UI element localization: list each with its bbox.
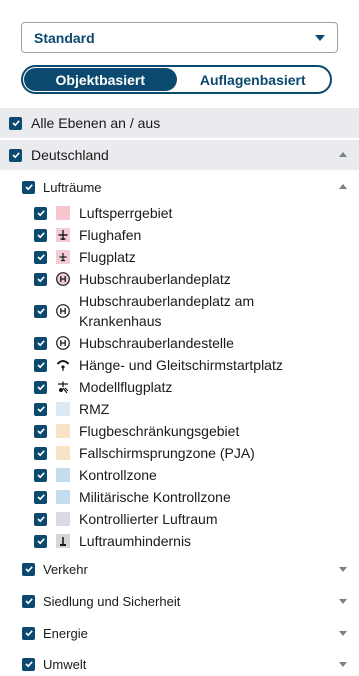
obstacle-icon	[56, 534, 70, 548]
layer-label: Flughafen	[79, 227, 142, 243]
layer-checkbox[interactable]	[34, 424, 47, 438]
group-row-umwelt[interactable]: Umwelt	[0, 654, 359, 674]
layer-row[interactable]: Flugplatz	[0, 247, 359, 267]
layer-row[interactable]: Luftsperrgebiet	[0, 203, 359, 223]
layer-label: Luftsperrgebiet	[79, 205, 173, 221]
layer-checkbox[interactable]	[34, 272, 47, 286]
all-layers-label: Alle Ebenen an / aus	[31, 115, 161, 131]
layer-checkbox[interactable]	[34, 512, 47, 526]
swatch-beige-icon	[56, 424, 70, 438]
layer-row[interactable]: Modellflugplatz	[0, 377, 359, 397]
layer-checkbox[interactable]	[34, 380, 47, 394]
swatch-blue-icon	[56, 490, 70, 504]
chevron-down-icon[interactable]	[339, 567, 347, 572]
group-label-luftraeume: Lufträume	[43, 179, 102, 195]
layer-label: Luftraumhindernis	[79, 533, 192, 549]
swatch-pink-icon	[56, 206, 70, 220]
layer-label: Hubschrauberlandeplatz	[79, 271, 231, 287]
hospital-helipad-icon	[56, 304, 70, 318]
dropdown-value: Standard	[34, 29, 95, 46]
layer-checkbox[interactable]	[34, 534, 47, 548]
layer-checkbox[interactable]	[34, 402, 47, 416]
layer-row[interactable]: Hubschrauberlandeplatz am Krankenhaus	[0, 291, 359, 331]
swatch-beige-icon	[56, 446, 70, 460]
group-label: Energie	[43, 625, 88, 641]
layer-label: Flugplatz	[79, 249, 136, 265]
layer-row[interactable]: Fallschirmsprungzone (PJA)	[0, 443, 359, 463]
tab-objektbasiert[interactable]: Objektbasiert	[24, 68, 177, 91]
airplane-icon	[56, 228, 70, 242]
layer-row[interactable]: Hubschrauberlandestelle	[0, 333, 359, 353]
layer-checkbox[interactable]	[34, 468, 47, 482]
layer-label-line2: Krankenhaus	[79, 313, 162, 329]
group-row-energie[interactable]: Energie	[0, 623, 359, 643]
small-airplane-icon	[56, 250, 70, 264]
layer-checkbox[interactable]	[34, 490, 47, 504]
group-label: Siedlung und Sicherheit	[43, 593, 181, 609]
checkbox-siedlung[interactable]	[22, 594, 35, 608]
layer-checkbox[interactable]	[34, 228, 47, 242]
helipad-icon	[56, 272, 70, 286]
layer-checkbox[interactable]	[34, 304, 47, 318]
group-row-siedlung[interactable]: Siedlung und Sicherheit	[0, 591, 359, 611]
checkbox-umwelt[interactable]	[22, 657, 35, 671]
swatch-blue-icon	[56, 468, 70, 482]
layer-checkbox[interactable]	[34, 446, 47, 460]
layer-label: Kontrollierter Luftraum	[79, 511, 218, 527]
chevron-down-icon[interactable]	[339, 599, 347, 604]
layer-row[interactable]: Militärische Kontrollzone	[0, 487, 359, 507]
layer-row[interactable]: Hubschrauberlandeplatz	[0, 269, 359, 289]
chevron-down-icon	[315, 34, 325, 41]
chevron-down-icon[interactable]	[339, 631, 347, 636]
checkbox-all-layers[interactable]	[9, 116, 22, 130]
swatch-lightblue-icon	[56, 402, 70, 416]
checkbox-deutschland[interactable]	[9, 148, 22, 162]
layer-row[interactable]: Kontrollierter Luftraum	[0, 509, 359, 529]
layer-checkbox[interactable]	[34, 336, 47, 350]
layer-label: Hänge- und Gleitschirmstartplatz	[79, 357, 283, 373]
layer-label: Fallschirmsprungzone (PJA)	[79, 445, 255, 461]
layer-row[interactable]: Flughafen	[0, 225, 359, 245]
layer-label-multiline: Hubschrauberlandeplatz am Krankenhaus	[79, 291, 254, 331]
layer-checkbox[interactable]	[34, 250, 47, 264]
view-mode-toggle[interactable]: Objektbasiert Auflagenbasiert	[21, 65, 332, 94]
country-label: Deutschland	[31, 147, 109, 163]
chevron-up-icon[interactable]	[339, 184, 347, 189]
layer-label: Modellflugplatz	[79, 379, 173, 395]
chevron-down-icon[interactable]	[339, 662, 347, 667]
layer-row[interactable]: Luftraumhindernis	[0, 531, 359, 551]
layer-checkbox[interactable]	[34, 206, 47, 220]
group-row-luftraeume[interactable]: Lufträume	[0, 177, 359, 197]
checkbox-energie[interactable]	[22, 626, 35, 640]
map-style-dropdown[interactable]: Standard	[21, 22, 338, 53]
layer-row[interactable]: Hänge- und Gleitschirmstartplatz	[0, 355, 359, 375]
layer-row[interactable]: Flugbeschränkungsgebiet	[0, 421, 359, 441]
swatch-grey-icon	[56, 512, 70, 526]
layer-label-line1: Hubschrauberlandeplatz am	[79, 293, 255, 309]
heli-landing-site-icon	[56, 336, 70, 350]
layer-label: Kontrollzone	[79, 467, 157, 483]
group-label: Verkehr	[43, 561, 88, 577]
layer-checkbox[interactable]	[34, 358, 47, 372]
chevron-up-icon[interactable]	[339, 152, 347, 157]
layer-label: Hubschrauberlandestelle	[79, 335, 234, 351]
layer-label: RMZ	[79, 401, 110, 417]
layer-label: Militärische Kontrollzone	[79, 489, 231, 505]
checkbox-luftraeume[interactable]	[22, 180, 35, 194]
layer-label: Flugbeschränkungsgebiet	[79, 423, 240, 439]
all-layers-row[interactable]: Alle Ebenen an / aus	[0, 108, 359, 138]
country-row-deutschland[interactable]: Deutschland	[0, 140, 359, 170]
layer-row[interactable]: Kontrollzone	[0, 465, 359, 485]
tab-auflagenbasiert[interactable]: Auflagenbasiert	[177, 68, 330, 91]
checkbox-verkehr[interactable]	[22, 562, 35, 576]
paraglider-icon	[56, 358, 70, 372]
layer-row[interactable]: RMZ	[0, 399, 359, 419]
group-label: Umwelt	[43, 656, 87, 672]
model-aircraft-icon	[56, 380, 70, 394]
group-row-verkehr[interactable]: Verkehr	[0, 559, 359, 579]
